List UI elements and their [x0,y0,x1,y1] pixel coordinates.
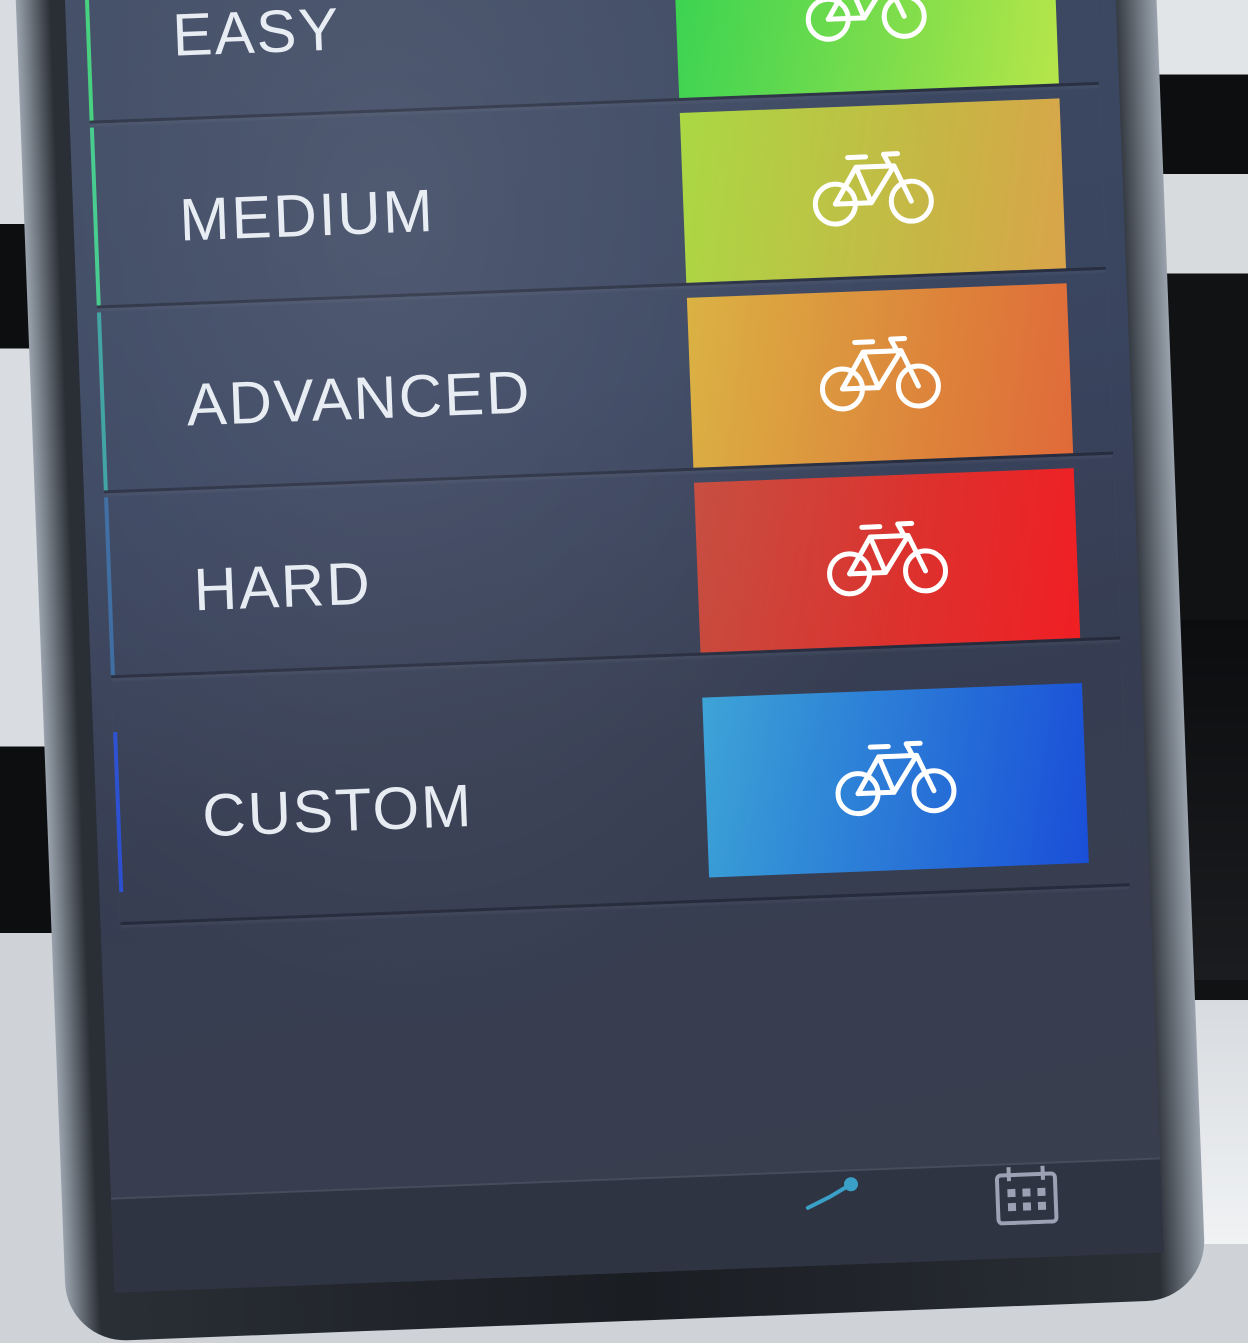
level-tile-custom[interactable] [702,682,1089,878]
route-icon[interactable] [801,1176,863,1222]
level-label: MEDIUM [178,176,436,254]
calendar-icon[interactable] [990,1163,1062,1230]
level-row-custom[interactable]: CUSTOM [111,663,1130,926]
level-label: HARD [192,549,373,624]
level-row-hard[interactable]: HARD [104,458,1121,679]
level-tile-hard[interactable] [693,468,1081,653]
bicycle-icon [824,516,951,605]
level-label: CUSTOM [201,771,475,850]
row-accent [82,0,94,121]
bicycle-icon [816,331,943,420]
phone: EASY MEDIUM ADVANCED HARD CUSTOM [0,0,1248,1343]
level-label: EASY [171,0,342,69]
level-tile-medium[interactable] [679,98,1067,283]
level-tile-easy[interactable] [672,0,1059,99]
row-accent [104,497,115,676]
app-screen: EASY MEDIUM ADVANCED HARD CUSTOM [63,0,1164,1293]
level-label: ADVANCED [185,358,533,439]
level-tile-advanced[interactable] [686,283,1074,468]
row-accent [89,127,101,306]
bicycle-icon [832,736,959,825]
row-accent [96,312,108,491]
bicycle-icon [802,0,929,50]
level-row-advanced[interactable]: ADVANCED [96,273,1114,494]
level-row-medium[interactable]: MEDIUM [89,88,1107,309]
bicycle-icon [809,146,936,235]
row-accent [113,732,124,893]
